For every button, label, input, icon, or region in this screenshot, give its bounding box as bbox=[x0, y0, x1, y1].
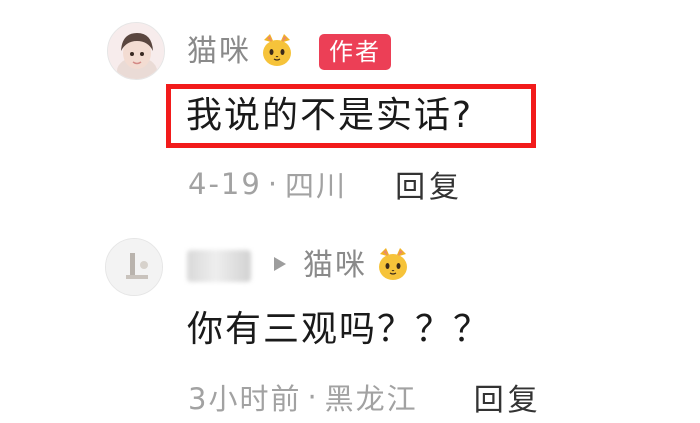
comment-header: 猫咪 bbox=[187, 244, 411, 288]
username[interactable]: 猫咪 bbox=[187, 37, 251, 67]
reply-button[interactable]: 回复 bbox=[474, 375, 542, 419]
reply-to-username[interactable]: 猫咪 bbox=[303, 251, 367, 281]
cat-face-icon bbox=[375, 246, 411, 286]
comment-text: 我说的不是实话? bbox=[186, 95, 474, 136]
author-badge: 作者 bbox=[319, 34, 391, 70]
avatar[interactable] bbox=[107, 22, 165, 80]
comment-text: 你有三观吗？？？ bbox=[187, 309, 492, 350]
cat-face-icon bbox=[259, 32, 295, 72]
comment-date: 4-19 bbox=[188, 167, 262, 201]
reply-arrow-icon bbox=[273, 256, 287, 276]
comment-time: 3小时前 bbox=[188, 382, 302, 416]
comment-meta: 4-19 · 四川 回复 bbox=[188, 162, 463, 206]
comment-item: 猫咪 作者 我说的不是实话? 4-19 · 四川 回复 bbox=[0, 0, 700, 215]
meta-separator: · bbox=[307, 380, 319, 414]
comment-header: 猫咪 作者 bbox=[187, 30, 391, 74]
comment-location: 四川 bbox=[285, 169, 348, 203]
avatar[interactable] bbox=[105, 238, 163, 296]
comment-location: 黑龙江 bbox=[324, 382, 418, 416]
meta-separator: · bbox=[267, 167, 280, 201]
comment-item: 猫咪 你有三观吗？？？ 3小时前 · 黑龙江 回复 bbox=[0, 215, 700, 423]
blurred-username[interactable] bbox=[187, 250, 251, 282]
comment-meta: 3小时前 · 黑龙江 回复 bbox=[188, 375, 542, 419]
reply-button[interactable]: 回复 bbox=[395, 162, 463, 206]
